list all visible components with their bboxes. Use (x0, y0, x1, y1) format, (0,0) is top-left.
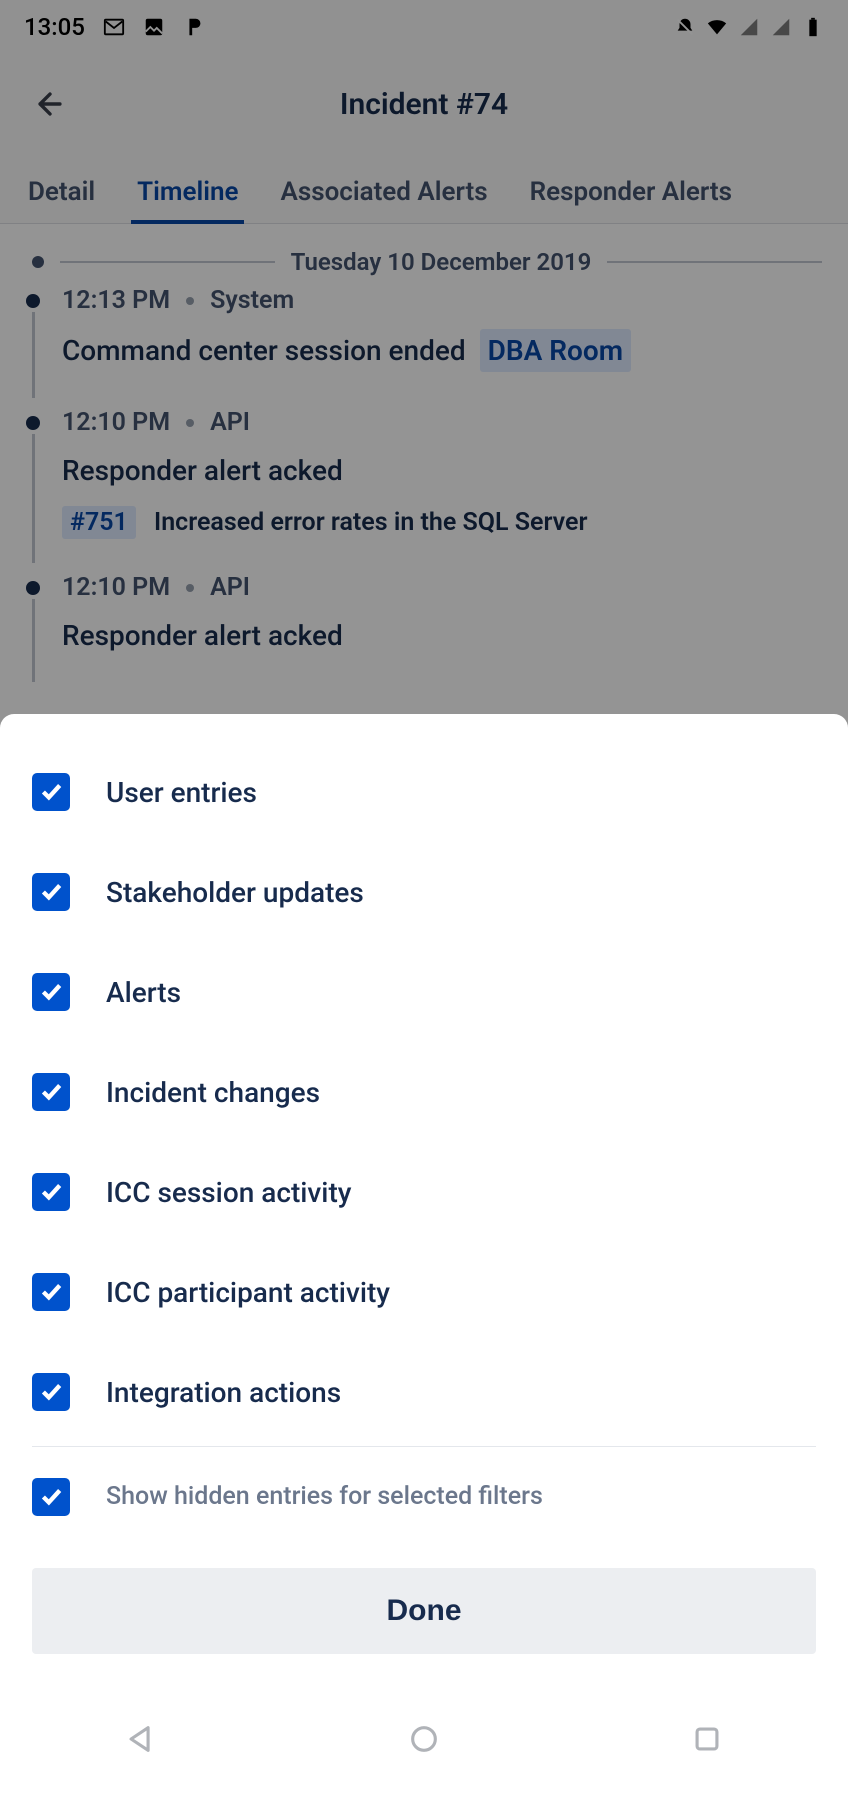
filter-label: Incident changes (106, 1076, 320, 1109)
filter-label: Integration actions (106, 1376, 341, 1409)
filter-label: ICC participant activity (106, 1276, 390, 1309)
done-button[interactable]: Done (32, 1568, 816, 1654)
checkbox-icon[interactable] (32, 773, 70, 811)
filter-option-show-hidden[interactable]: Show hidden entries for selected filters (32, 1446, 816, 1546)
filter-label: User entries (106, 776, 257, 809)
filter-option-integration-actions[interactable]: Integration actions (32, 1342, 816, 1442)
filter-label: Stakeholder updates (106, 876, 364, 909)
checkbox-icon[interactable] (32, 1373, 70, 1411)
nav-back-icon[interactable] (123, 1721, 159, 1757)
filter-label: Show hidden entries for selected filters (106, 1482, 543, 1511)
checkbox-icon[interactable] (32, 1478, 70, 1516)
filter-option-user-entries[interactable]: User entries (32, 742, 816, 842)
android-nav-bar (0, 1684, 848, 1794)
checkbox-icon[interactable] (32, 1273, 70, 1311)
filter-option-incident-changes[interactable]: Incident changes (32, 1042, 816, 1142)
filter-option-icc-session-activity[interactable]: ICC session activity (32, 1142, 816, 1242)
filter-option-stakeholder-updates[interactable]: Stakeholder updates (32, 842, 816, 942)
filter-label: ICC session activity (106, 1176, 351, 1209)
nav-recent-icon[interactable] (689, 1721, 725, 1757)
filter-bottom-sheet: User entries Stakeholder updates Alerts … (0, 714, 848, 1794)
nav-home-icon[interactable] (406, 1721, 442, 1757)
checkbox-icon[interactable] (32, 1073, 70, 1111)
checkbox-icon[interactable] (32, 873, 70, 911)
checkbox-icon[interactable] (32, 1173, 70, 1211)
filter-option-alerts[interactable]: Alerts (32, 942, 816, 1042)
checkbox-icon[interactable] (32, 973, 70, 1011)
filter-option-icc-participant-activity[interactable]: ICC participant activity (32, 1242, 816, 1342)
filter-label: Alerts (106, 976, 181, 1009)
